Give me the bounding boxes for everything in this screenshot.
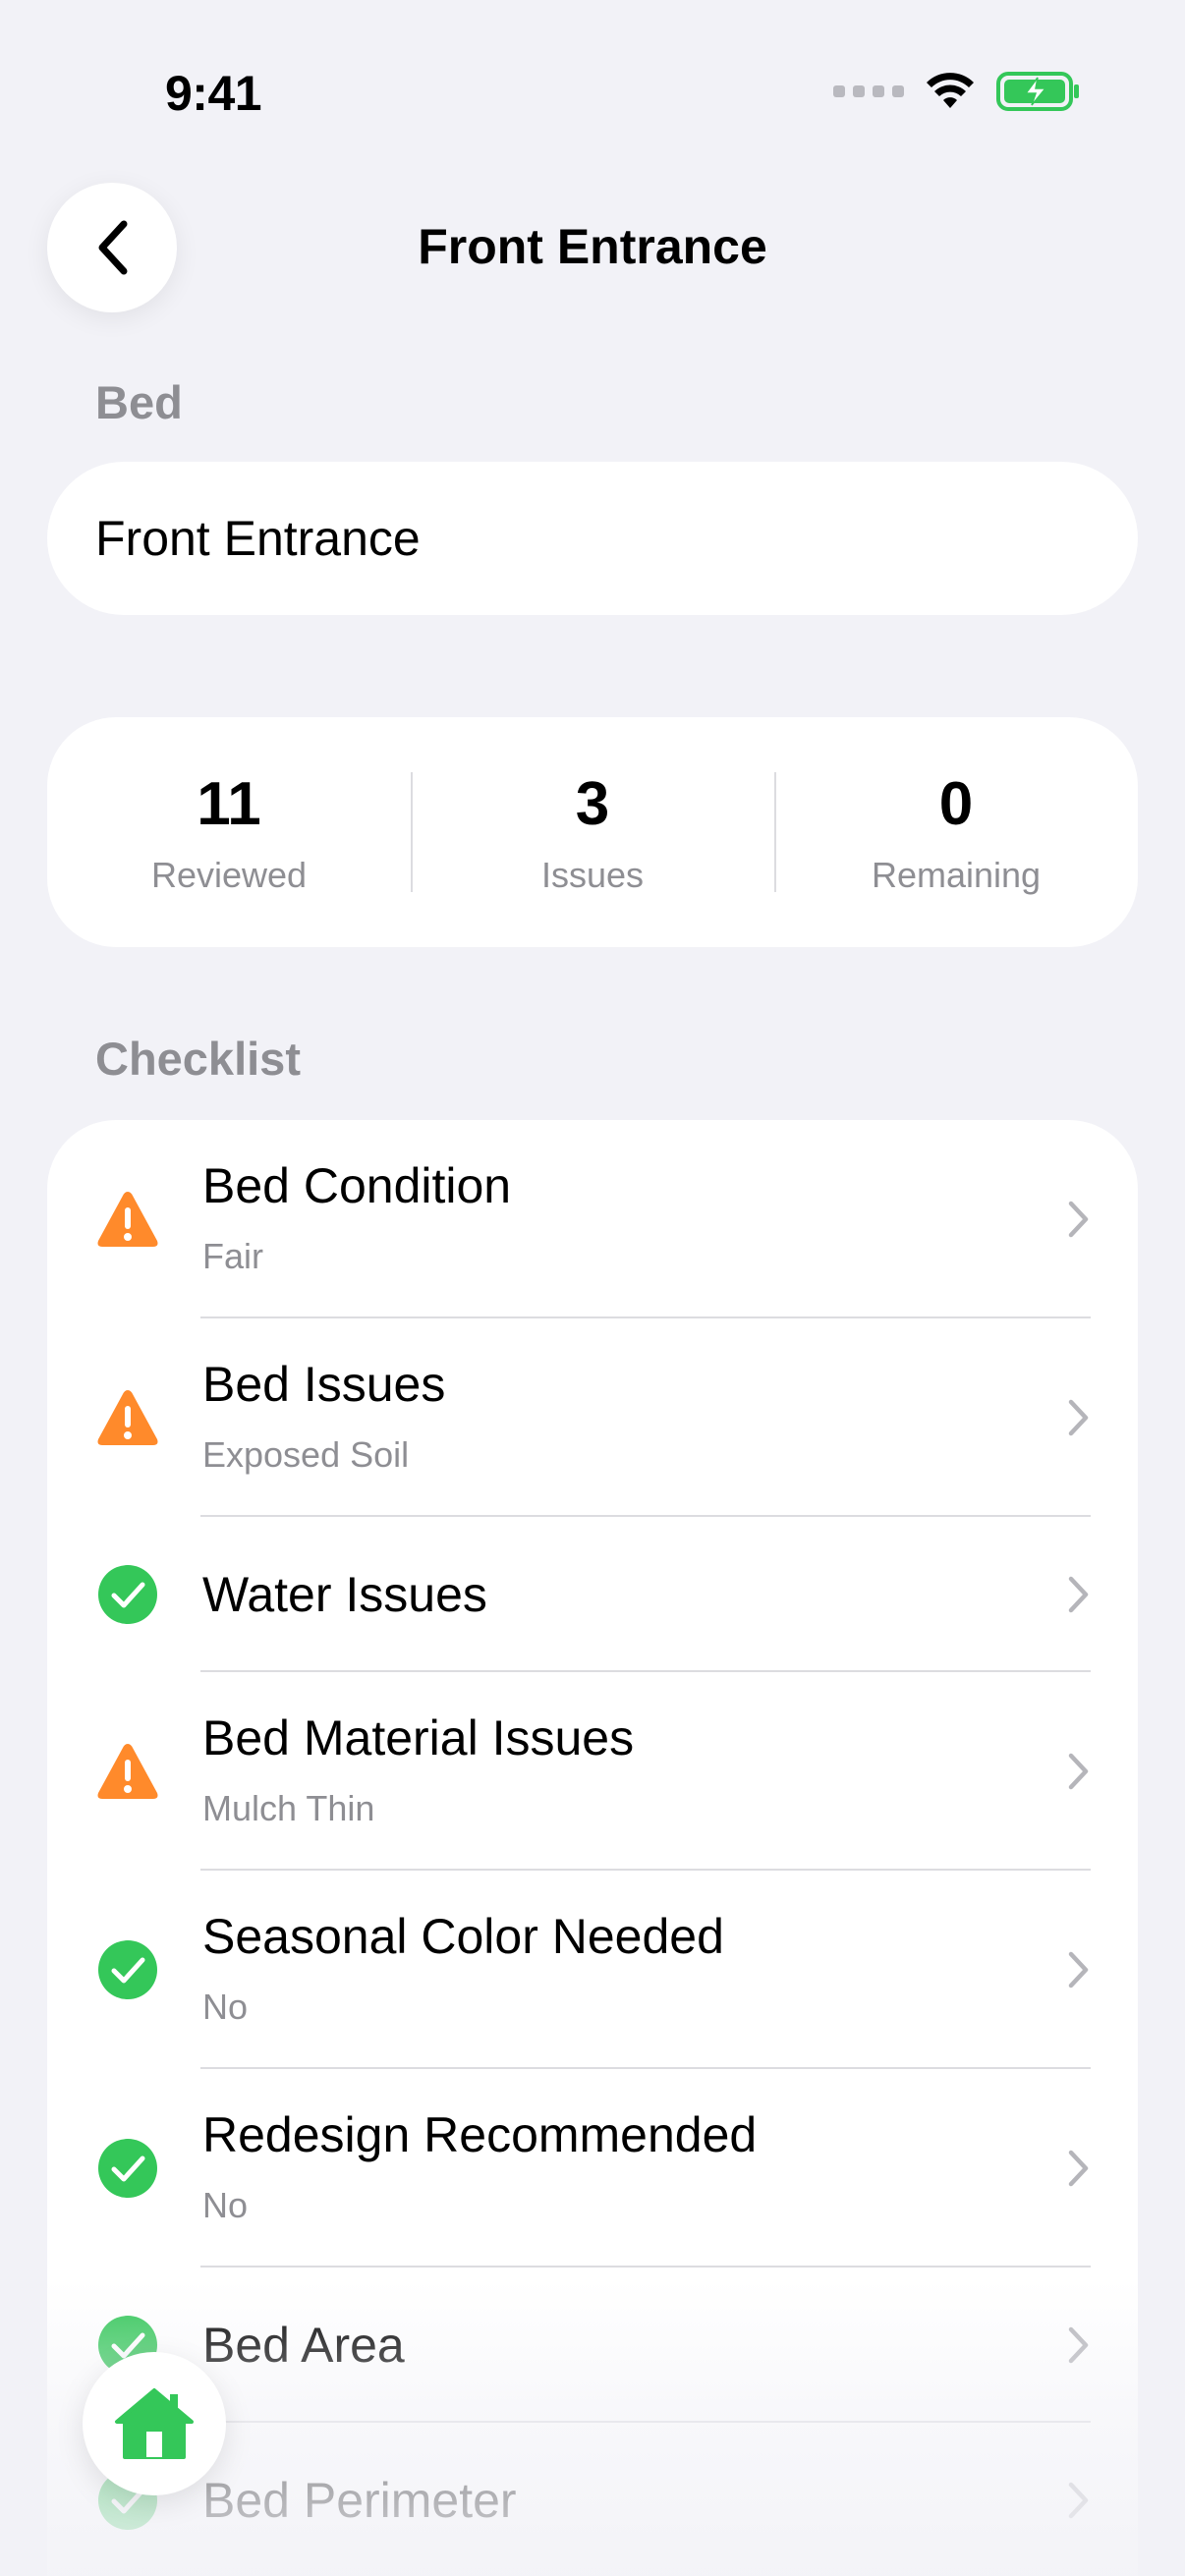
checklist-row-subtitle: Fair bbox=[202, 1236, 263, 1276]
chevron-right-icon bbox=[1068, 1201, 1089, 1238]
stat-label: Issues bbox=[540, 855, 645, 895]
checklist-row-subtitle: No bbox=[202, 2185, 249, 2225]
checklist-row-title: Bed Condition bbox=[202, 1158, 512, 1213]
checklist-row-title: Bed Area bbox=[202, 2318, 405, 2373]
checklist-row[interactable]: Bed Material Issues Mulch Thin bbox=[47, 1672, 1138, 1871]
status-time: 9:41 bbox=[165, 66, 262, 121]
checkmark-circle-icon bbox=[96, 1563, 159, 1626]
battery-charging-icon bbox=[996, 72, 1079, 111]
wifi-icon bbox=[927, 73, 974, 108]
warning-triangle-icon bbox=[96, 1188, 159, 1251]
chevron-right-icon bbox=[1068, 2326, 1089, 2364]
stat-value: 3 bbox=[575, 770, 610, 838]
chevron-right-icon bbox=[1068, 1399, 1089, 1436]
stats-card: 11 Reviewed 3 Issues 0 Remaining bbox=[47, 717, 1138, 947]
stat-remaining: 0 Remaining bbox=[774, 770, 1138, 895]
bed-field-value: Front Entrance bbox=[95, 511, 421, 566]
chevron-right-icon bbox=[1068, 1576, 1089, 1613]
stat-issues: 3 Issues bbox=[411, 770, 774, 895]
bed-field[interactable]: Front Entrance bbox=[47, 462, 1138, 615]
checklist-section-label: Checklist bbox=[95, 1033, 301, 1085]
checklist-row-title: Redesign Recommended bbox=[202, 2107, 758, 2162]
bed-section-label: Bed bbox=[95, 376, 183, 428]
signal-icon bbox=[833, 85, 904, 97]
checklist-card: Bed Condition Fair Bed Issues Exposed Soil W… bbox=[47, 1120, 1138, 2576]
checklist-row-title: Bed Material Issues bbox=[202, 1710, 635, 1765]
checklist-row[interactable]: Bed Condition Fair bbox=[47, 1120, 1138, 1318]
stat-label: Remaining bbox=[871, 855, 1042, 895]
checklist-row[interactable]: Water Issues bbox=[47, 1517, 1138, 1672]
chevron-right-icon bbox=[1068, 2150, 1089, 2187]
stat-value: 11 bbox=[197, 770, 261, 838]
stat-label: Reviewed bbox=[150, 855, 308, 895]
checklist-row[interactable]: Bed Issues Exposed Soil bbox=[47, 1318, 1138, 1517]
stat-value: 0 bbox=[938, 770, 974, 838]
status-icons bbox=[833, 71, 1081, 112]
warning-triangle-icon bbox=[96, 1386, 159, 1449]
checklist-row-title: Water Issues bbox=[202, 1567, 487, 1622]
checklist-row-title: Bed Perimeter bbox=[202, 2473, 517, 2528]
checklist-row[interactable]: Seasonal Color Needed No bbox=[47, 1871, 1138, 2069]
checkmark-circle-icon bbox=[96, 1938, 159, 2001]
checklist-row-title: Bed Issues bbox=[202, 1357, 446, 1412]
page-title: Front Entrance bbox=[418, 219, 767, 274]
chevron-right-icon bbox=[1068, 1951, 1089, 1988]
checklist-row-subtitle: Exposed Soil bbox=[202, 1434, 410, 1475]
screen: 9:41 Front Entrance Bed Front Entrance 1… bbox=[0, 0, 1185, 2576]
checklist-row[interactable]: Redesign Recommended No bbox=[47, 2069, 1138, 2268]
checkmark-circle-icon bbox=[96, 2137, 159, 2200]
checklist-row-subtitle: Mulch Thin bbox=[202, 1788, 375, 1828]
warning-triangle-icon bbox=[96, 1740, 159, 1803]
checklist-row-subtitle: No bbox=[202, 1987, 249, 2027]
stat-reviewed: 11 Reviewed bbox=[47, 770, 411, 896]
chevron-right-icon bbox=[1068, 1753, 1089, 1790]
chevron-right-icon bbox=[1068, 2482, 1089, 2519]
home-icon bbox=[115, 2388, 194, 2459]
checklist-row-title: Seasonal Color Needed bbox=[202, 1909, 724, 1964]
home-button[interactable] bbox=[83, 2352, 226, 2495]
